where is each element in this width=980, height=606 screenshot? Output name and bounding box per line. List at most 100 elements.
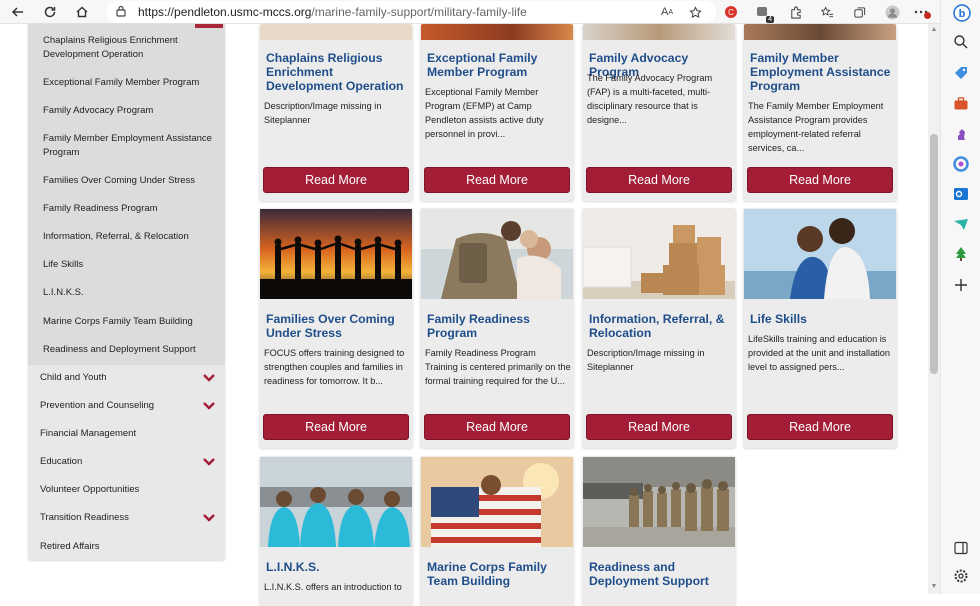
copilot-swirl-icon[interactable] [953, 156, 969, 172]
tree-icon[interactable] [953, 246, 969, 262]
svg-text:b: b [959, 8, 966, 20]
card-image [260, 24, 412, 40]
scroll-thumb[interactable] [930, 134, 938, 374]
menu-item-child-and-youth[interactable]: Child and Youth [40, 371, 220, 385]
more-menu-icon[interactable] [912, 3, 931, 21]
program-card: Exceptional Family Member Program Except… [420, 24, 574, 201]
chevron-down-icon[interactable] [202, 457, 216, 467]
refresh-icon[interactable] [40, 2, 60, 22]
menu-item-education[interactable]: Education [40, 455, 220, 469]
card-description: The Family Member Employment Assistance … [748, 101, 884, 153]
settings-gear-icon[interactable] [953, 568, 969, 584]
program-card: Family Readiness Program Family Readines… [420, 208, 574, 448]
extensions-puzzle-icon[interactable] [786, 3, 804, 21]
submenu-item[interactable]: Information, Referral, & Relocation [43, 230, 221, 244]
menu-item-retired-affairs[interactable]: Retired Affairs [40, 540, 220, 554]
card-description: Description/Image missing in Siteplanner [264, 101, 382, 125]
card-title[interactable]: Family Readiness Program [427, 312, 573, 340]
back-arrow-icon[interactable] [8, 2, 28, 22]
scroll-up-icon[interactable]: ▲ [930, 26, 938, 34]
card-image [583, 457, 735, 547]
browser-toolbar: https://pendleton.usmc-mccs.org/marine-f… [0, 0, 980, 24]
outlook-icon[interactable] [953, 186, 969, 202]
read-more-button[interactable]: Read More [424, 414, 570, 440]
program-card: Marine Corps Family Team Building [420, 456, 574, 606]
card-title[interactable]: Information, Referral, & Relocation [589, 312, 735, 340]
submenu-item[interactable]: Family Advocacy Program [43, 104, 221, 118]
lock-icon [116, 5, 130, 20]
card-title[interactable]: Marine Corps Family Team Building [427, 560, 573, 588]
games-chess-icon[interactable] [953, 126, 969, 142]
card-title[interactable]: Life Skills [750, 312, 896, 326]
card-description: Description/Image missing in Siteplanner [587, 348, 705, 372]
card-description: FOCUS offers training designed to streng… [264, 348, 405, 386]
submenu-item[interactable]: Exceptional Family Member Program [43, 76, 221, 90]
search-icon[interactable] [953, 34, 969, 50]
url-path: /marine-family-support/military-family-l… [311, 5, 527, 19]
card-description: L.I.N.K.S. offers an introduction to [264, 582, 402, 592]
chevron-down-icon[interactable] [202, 373, 216, 383]
card-title[interactable]: Chaplains Religious Enrichment Developme… [266, 51, 412, 93]
extension-red-icon[interactable]: C [722, 3, 740, 21]
sidebar-toggle-icon[interactable] [953, 540, 969, 556]
menu-item-volunteer-opportunities[interactable]: Volunteer Opportunities [40, 483, 220, 497]
card-title[interactable]: Readiness and Deployment Support [589, 560, 735, 588]
bing-copilot-icon[interactable]: b [953, 4, 971, 22]
submenu-item[interactable]: Family Readiness Program [43, 202, 221, 216]
chevron-down-icon[interactable] [202, 401, 216, 411]
active-section-marker [195, 24, 223, 28]
read-more-button[interactable]: Read More [586, 167, 732, 193]
submenu-item[interactable]: Readiness and Deployment Support [43, 343, 221, 357]
read-more-button[interactable]: Read More [747, 167, 893, 193]
submenu-item[interactable]: Families Over Coming Under Stress [43, 174, 221, 188]
program-card: Chaplains Religious Enrichment Developme… [259, 24, 413, 201]
card-title[interactable]: L.I.N.K.S. [266, 560, 412, 574]
profile-avatar-icon[interactable] [883, 3, 901, 21]
card-description: Exceptional Family Member Program (EFMP)… [425, 87, 544, 139]
address-bar[interactable]: https://pendleton.usmc-mccs.org/marine-f… [106, 1, 716, 23]
card-title[interactable]: Exceptional Family Member Program [427, 51, 573, 79]
card-title[interactable]: Families Over Coming Under Stress [266, 312, 412, 340]
card-image [583, 209, 735, 299]
chevron-down-icon[interactable] [202, 513, 216, 523]
add-plus-icon[interactable] [953, 277, 969, 293]
card-title[interactable]: Family Member Employment Assistance Prog… [750, 51, 896, 93]
submenu-item[interactable]: Life Skills [43, 258, 221, 272]
url-host: https://pendleton.usmc-mccs.org [138, 5, 312, 19]
home-icon[interactable] [72, 2, 92, 22]
read-more-button[interactable]: Read More [263, 167, 409, 193]
send-drop-icon[interactable] [953, 216, 969, 232]
svg-text:C: C [728, 8, 734, 17]
submenu-item[interactable]: Family Member Employment Assistance Prog… [43, 132, 221, 160]
program-card: Life Skills LifeSkills training and educ… [743, 208, 897, 448]
extension-badge-icon[interactable]: 4 [754, 3, 774, 23]
menu-item-financial-management[interactable]: Financial Management [40, 427, 220, 441]
collections-icon[interactable] [850, 3, 868, 21]
favorite-star-icon[interactable] [686, 3, 704, 21]
notification-dot-icon [924, 12, 931, 19]
program-card: Readiness and Deployment Support [582, 456, 736, 606]
favorites-list-icon[interactable] [818, 3, 836, 21]
submenu-item[interactable]: Chaplains Religious Enrichment Developme… [43, 34, 221, 62]
card-image [744, 209, 896, 299]
scroll-down-icon[interactable]: ▼ [930, 583, 938, 591]
page-scrollbar[interactable]: ▲ ▼ [928, 24, 940, 594]
card-image [744, 24, 896, 40]
read-more-button[interactable]: Read More [424, 167, 570, 193]
read-more-button[interactable]: Read More [747, 414, 893, 440]
tools-briefcase-icon[interactable] [953, 96, 969, 112]
side-menu: Chaplains Religious Enrichment Developme… [28, 24, 225, 560]
read-more-button[interactable]: Read More [263, 414, 409, 440]
card-image [421, 457, 573, 547]
menu-item-transition-readiness[interactable]: Transition Readiness [40, 511, 220, 525]
submenu-item[interactable]: Marine Corps Family Team Building [43, 315, 221, 329]
edge-sidebar: b [940, 0, 980, 594]
card-image [421, 209, 573, 299]
menu-item-prevention-and-counseling[interactable]: Prevention and Counseling [40, 399, 220, 413]
card-description: The Family Advocacy Program (FAP) is a m… [587, 73, 713, 125]
read-aloud-icon[interactable]: AA [658, 3, 676, 21]
card-image [260, 457, 412, 547]
submenu-item[interactable]: L.I.N.K.S. [43, 286, 221, 300]
shopping-tag-icon[interactable] [953, 65, 969, 81]
read-more-button[interactable]: Read More [586, 414, 732, 440]
